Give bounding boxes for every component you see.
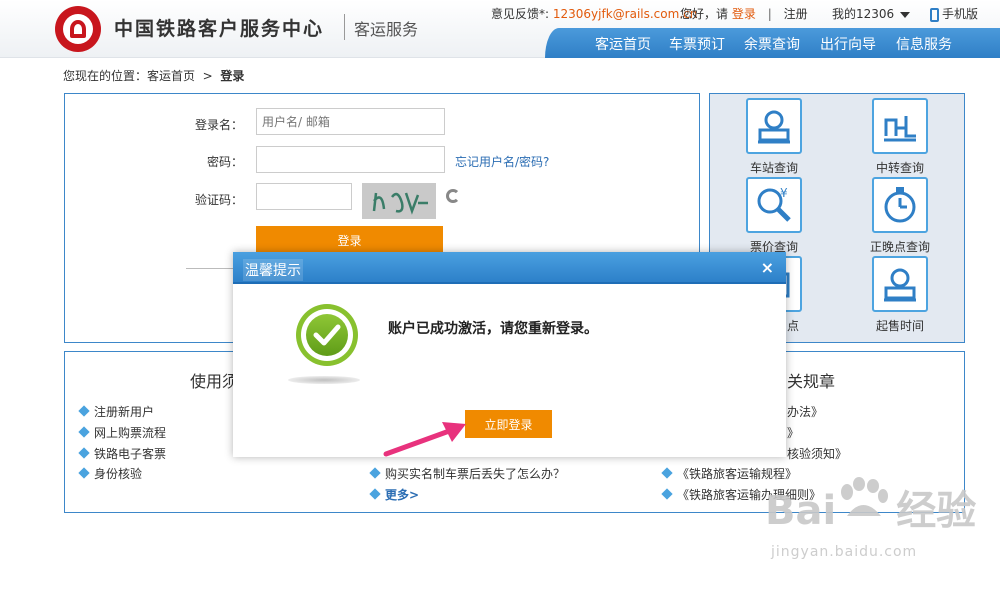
greeting: 您好，请 [680, 7, 729, 21]
transfer-icon [884, 116, 916, 142]
my-account-label: 我的12306 [832, 7, 895, 21]
title-divider [344, 14, 345, 40]
captcha-label: 验证码： [194, 193, 243, 207]
diamond-bullet-icon [369, 488, 381, 500]
top-header: 中国铁路客户服务中心 客运服务 意见反馈*: 12306yjfk@rails.c… [0, 0, 1000, 58]
icon-shadow [288, 376, 360, 384]
nav-item-home[interactable]: 客运首页 [595, 34, 651, 54]
price-search-icon: ¥ [757, 186, 791, 222]
close-icon[interactable]: × [761, 258, 774, 277]
list-item[interactable]: 核验须知》 [787, 445, 847, 462]
diamond-bullet-icon [78, 405, 90, 417]
breadcrumb-prefix: 您现在的位置： [63, 69, 148, 83]
captcha-input[interactable] [256, 183, 352, 210]
list-item[interactable]: 注册新用户 [78, 403, 154, 420]
list-item[interactable]: 铁路电子客票 [78, 445, 166, 462]
delay-query-label: 正晚点查询 [869, 240, 930, 254]
list-item[interactable]: 网上购票流程 [78, 424, 166, 441]
breadcrumb-current: 登录 [220, 69, 245, 83]
header-login-link[interactable]: 登录 [732, 7, 756, 21]
feedback-email-link[interactable]: 12306yjfk@rails.com.cn [553, 7, 697, 21]
dialog-title: 温馨提示 [243, 259, 303, 281]
list-item[interactable]: 购买实名制车票后丢失了怎么办？ [369, 465, 565, 482]
list-item[interactable]: 》 [787, 424, 799, 441]
more-link[interactable]: 更多> [369, 486, 419, 503]
pink-arrow-icon [383, 422, 466, 457]
login-submit-button[interactable]: 登录 [256, 226, 443, 254]
nav-item-guide[interactable]: 出行向导 [820, 34, 876, 54]
clock-icon [884, 187, 916, 223]
main-nav: 客运首页 车票预订 余票查询 出行向导 信息服务 [545, 28, 1000, 58]
diamond-bullet-icon [661, 467, 673, 479]
diamond-bullet-icon [78, 447, 90, 459]
breadcrumb: 您现在的位置：客运首页 > 登录 [63, 67, 244, 84]
breadcrumb-arrow: > [202, 69, 213, 83]
dialog-header: 温馨提示 × [233, 252, 786, 284]
site-subtitle: 客运服务 [354, 20, 419, 39]
usage-guide-title: 使用须 [190, 372, 239, 391]
refresh-icon[interactable] [446, 189, 460, 203]
transfer-query-tile[interactable] [872, 98, 928, 154]
mobile-label: 手机版 [942, 7, 979, 21]
diamond-bullet-icon [661, 488, 673, 500]
dialog-message: 账户已成功激活，请您重新登录。 [388, 321, 598, 337]
list-item[interactable]: 身份核验 [78, 465, 142, 482]
notice-dialog: 温馨提示 × 账户已成功激活，请您重新登录。 立即登录 [233, 252, 786, 457]
forgot-password-link[interactable]: 忘记用户名/密码? [455, 153, 549, 170]
link-separator: | [767, 7, 772, 21]
station-icon [884, 268, 916, 302]
phone-icon [930, 7, 939, 22]
regulations-title: 关规章 [787, 372, 836, 391]
password-label: 密码： [206, 155, 243, 169]
paw-icon [841, 477, 888, 516]
chevron-down-icon [900, 11, 911, 18]
diamond-bullet-icon [369, 467, 381, 479]
nav-item-remaining[interactable]: 余票查询 [744, 34, 800, 54]
login-now-button[interactable]: 立即登录 [465, 410, 552, 438]
diamond-bullet-icon [78, 426, 90, 438]
transfer-query-label: 中转查询 [875, 161, 924, 175]
sale-time-tile[interactable] [872, 256, 928, 312]
feedback: 意见反馈*: 12306yjfk@rails.com.cn [491, 5, 697, 22]
station-query-tile[interactable] [746, 98, 802, 154]
station-query-label: 车站查询 [749, 161, 798, 175]
list-item[interactable]: 办法》 [787, 403, 823, 420]
captcha-image[interactable] [362, 183, 436, 219]
my-account-menu[interactable]: 我的12306 [832, 5, 911, 22]
password-input[interactable] [256, 146, 445, 173]
success-check-icon [296, 304, 358, 366]
site-title: 中国铁路客户服务中心 [114, 18, 325, 40]
diamond-bullet-icon [78, 467, 90, 479]
username-label: 登录名： [194, 118, 243, 132]
station-icon [758, 110, 790, 144]
delay-query-tile[interactable] [872, 177, 928, 233]
railway-logo-icon[interactable] [55, 6, 101, 52]
nav-item-booking[interactable]: 车票预订 [669, 34, 725, 54]
nav-item-info[interactable]: 信息服务 [896, 34, 952, 54]
watermark-url: jingyan.baidu.com [771, 544, 918, 560]
svg-text:¥: ¥ [780, 186, 788, 200]
price-query-tile[interactable]: ¥ [746, 177, 802, 233]
sale-time-label: 起售时间 [875, 319, 924, 333]
breadcrumb-home-link[interactable]: 客运首页 [147, 69, 195, 83]
feedback-label: 意见反馈*: [491, 7, 550, 21]
user-links: 您好，请 登录 | 注册 [680, 5, 808, 22]
mobile-link[interactable]: 手机版 [930, 5, 978, 22]
divider-line [186, 268, 234, 269]
username-input[interactable] [256, 108, 445, 135]
header-register-link[interactable]: 注册 [784, 7, 808, 21]
